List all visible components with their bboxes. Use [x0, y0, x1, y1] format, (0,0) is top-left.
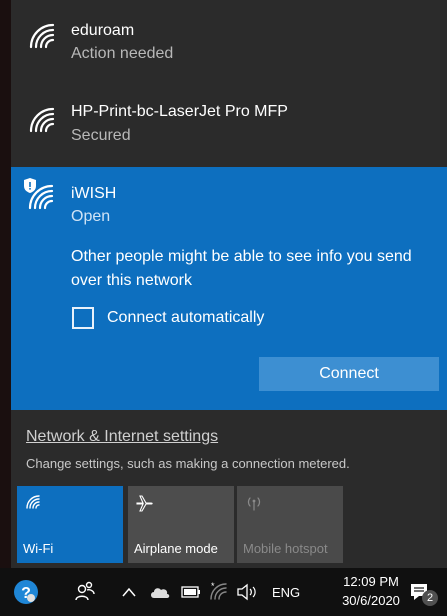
- wifi-shield-icon: [24, 178, 54, 210]
- clock-time: 12:09 PM: [343, 574, 399, 589]
- action-center-button[interactable]: 2: [409, 580, 439, 608]
- network-status: Secured: [71, 127, 131, 144]
- battery-icon[interactable]: [181, 585, 201, 599]
- taskbar: ? * ENG 12:09 PM 30/6/2020 2: [0, 568, 447, 616]
- wifi-tray-icon[interactable]: *: [208, 581, 230, 601]
- network-flyout: eduroam Action needed HP-Print-bc-LaserJ…: [11, 0, 447, 568]
- background-desktop-edge: [0, 0, 11, 568]
- network-ssid: iWISH: [71, 185, 117, 202]
- wifi-signal-icon: [29, 107, 55, 133]
- quick-action-label: Airplane mode: [134, 541, 218, 556]
- volume-icon[interactable]: [236, 583, 258, 601]
- network-status: Open: [71, 208, 111, 225]
- network-ssid: HP-Print-bc-LaserJet Pro MFP: [71, 103, 288, 120]
- quick-action-mobile-hotspot[interactable]: Mobile hotspot: [237, 486, 343, 563]
- network-item-iwish-selected[interactable]: iWISH Open Other people might be able to…: [11, 167, 447, 410]
- quick-action-label: Wi-Fi: [23, 541, 54, 556]
- hotspot-icon: [247, 497, 261, 511]
- security-warning-text: Other people might be able to see info y…: [71, 248, 412, 289]
- network-settings-link[interactable]: Network & Internet settings: [26, 428, 218, 446]
- connect-automatically-label[interactable]: Connect automatically: [107, 309, 264, 327]
- network-status: Action needed: [71, 45, 174, 62]
- help-icon[interactable]: ?: [13, 579, 39, 605]
- flyout-scrollbar[interactable]: [443, 167, 447, 410]
- quick-action-wifi[interactable]: Wi-Fi: [17, 486, 123, 563]
- svg-text:*: *: [211, 581, 215, 591]
- network-settings-description: Change settings, such as making a connec…: [26, 456, 350, 471]
- quick-action-label: Mobile hotspot: [243, 541, 328, 556]
- connect-automatically-checkbox[interactable]: [72, 307, 94, 329]
- people-icon[interactable]: [74, 580, 96, 602]
- network-item-hp-print[interactable]: HP-Print-bc-LaserJet Pro MFP Secured: [11, 84, 447, 167]
- airplane-icon: [136, 495, 153, 512]
- onedrive-icon[interactable]: [150, 585, 170, 599]
- clock-date: 30/6/2020: [342, 593, 400, 608]
- quick-action-airplane-mode[interactable]: Airplane mode: [128, 486, 234, 563]
- network-ssid: eduroam: [71, 22, 135, 39]
- taskbar-clock[interactable]: 12:09 PM 30/6/2020: [326, 572, 416, 610]
- wifi-icon: [26, 495, 40, 509]
- connect-button[interactable]: Connect: [259, 357, 439, 391]
- chevron-up-icon[interactable]: [121, 586, 137, 598]
- language-indicator[interactable]: ENG: [272, 585, 300, 600]
- wifi-signal-icon: [29, 23, 55, 49]
- notification-count-badge: 2: [422, 590, 438, 606]
- network-item-eduroam[interactable]: eduroam Action needed: [11, 0, 447, 84]
